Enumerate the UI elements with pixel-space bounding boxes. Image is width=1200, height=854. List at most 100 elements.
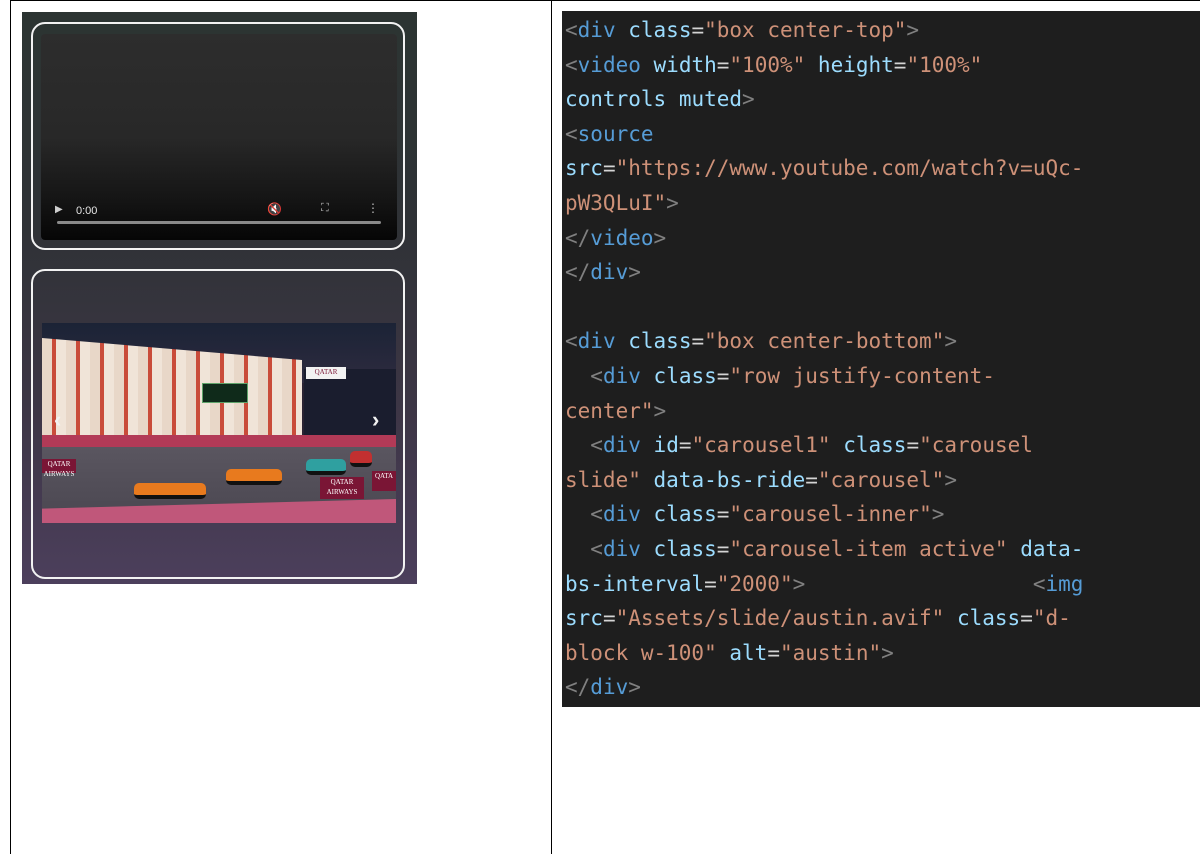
code-token: div <box>602 364 641 388</box>
code-token: > <box>792 571 806 596</box>
code-token: </ <box>565 675 591 700</box>
code-token: class <box>653 364 717 388</box>
code-token: class <box>653 502 717 527</box>
chevron-right-icon[interactable]: › <box>372 407 379 433</box>
code-token: data-bs-ride <box>653 467 806 492</box>
code-line: <div class="box center-bottom"> <box>565 324 957 360</box>
sponsor-logo: QATAR AIRWAYS <box>320 477 364 499</box>
code-token: div <box>602 433 641 458</box>
video-player[interactable]: ▶ 0:00 🔇 ⛶ ⋮ <box>41 34 397 240</box>
code-token: "d- <box>1032 606 1071 631</box>
table-border-top <box>10 0 1200 1</box>
code-token: > <box>653 398 667 423</box>
code-token: div <box>590 260 629 285</box>
more-options-icon[interactable]: ⋮ <box>367 201 379 215</box>
code-token: "100%" <box>906 52 983 77</box>
carousel-image: QATAR QATAR AIRWAYS QATAR AIRWAYS QATA ‹… <box>42 323 396 523</box>
code-token: > <box>628 675 641 700</box>
code-token: "austin" <box>779 640 882 665</box>
code-token: div <box>590 675 629 700</box>
code-token: > <box>628 260 641 285</box>
code-token: > <box>666 191 679 215</box>
race-car <box>350 451 372 467</box>
code-token: = <box>602 156 616 181</box>
code-token: </ <box>565 225 591 250</box>
video-time: 0:00 <box>76 205 98 217</box>
code-token: src <box>565 606 603 631</box>
code-line: <video width="100%" height="100%" <box>565 48 982 84</box>
code-token: src <box>565 156 603 181</box>
video-progress-bar[interactable] <box>57 221 381 224</box>
code-token: controls <box>565 87 667 112</box>
code-token: slide" <box>565 467 641 492</box>
code-line: <div class="row justify-content- <box>565 359 995 395</box>
code-token: img <box>1045 571 1084 596</box>
code-line: bs-interval="2000"> <img <box>565 567 1083 603</box>
code-token: block w-100" <box>565 640 717 665</box>
code-token: video <box>577 52 641 77</box>
code-token: class <box>956 606 1021 631</box>
code-token: "100%" <box>729 52 806 77</box>
code-token: = <box>716 364 730 388</box>
code-token: = <box>704 571 717 596</box>
code-line: <div id="carousel1" class="carousel <box>565 428 1033 464</box>
chevron-left-icon[interactable]: ‹ <box>54 407 61 433</box>
code-token: = <box>805 467 818 492</box>
code-line: <div class="carousel-item active" data- <box>565 532 1083 568</box>
code-line: </div> <box>565 255 641 291</box>
code-token: class <box>653 537 717 561</box>
code-token: = <box>691 329 705 354</box>
play-icon[interactable]: ▶ <box>55 204 63 215</box>
code-token: = <box>691 18 705 42</box>
code-token: pW3QLuI" <box>565 191 667 215</box>
code-token: = <box>678 433 692 458</box>
code-line: pW3QLuI"> <box>565 186 679 222</box>
code-token: id <box>653 433 679 458</box>
code-line: slide" data-bs-ride="carousel"> <box>565 463 957 499</box>
code-line: </video> <box>565 221 666 257</box>
code-token: < <box>590 537 603 561</box>
code-line: <div class="carousel-inner"> <box>565 497 944 533</box>
code-token: = <box>767 640 780 665</box>
code-token: < <box>565 18 578 42</box>
code-token: = <box>716 537 730 561</box>
mute-icon[interactable]: 🔇 <box>267 202 282 216</box>
code-token: muted <box>678 87 743 112</box>
code-token: div <box>577 18 616 42</box>
code-line: <source <box>565 117 654 153</box>
code-token: alt <box>729 640 768 665</box>
code-token: class <box>628 18 692 42</box>
code-line: center"> <box>565 394 666 430</box>
code-token: > <box>881 640 894 665</box>
code-token: "https://www.youtube.com/watch?v=uQc- <box>615 156 1084 181</box>
code-token: "box center-top" <box>704 18 907 42</box>
code-token: < <box>565 121 578 146</box>
code-token: = <box>893 52 907 77</box>
video-box: ▶ 0:00 🔇 ⛶ ⋮ <box>31 22 405 250</box>
code-token: > <box>742 87 755 112</box>
code-token: div <box>602 502 641 527</box>
code-snippet: <div class="box center-top"> <video width… <box>562 11 1200 707</box>
table-border-divider <box>551 0 552 854</box>
code-token: center" <box>565 398 654 423</box>
code-token: < <box>590 364 603 388</box>
fullscreen-icon[interactable]: ⛶ <box>321 202 329 215</box>
code-token: class <box>628 329 692 354</box>
code-token: = <box>1020 606 1033 631</box>
race-car <box>306 459 346 475</box>
code-token: "carousel-item active" <box>729 537 1008 561</box>
code-token: bs-interval <box>565 571 705 596</box>
